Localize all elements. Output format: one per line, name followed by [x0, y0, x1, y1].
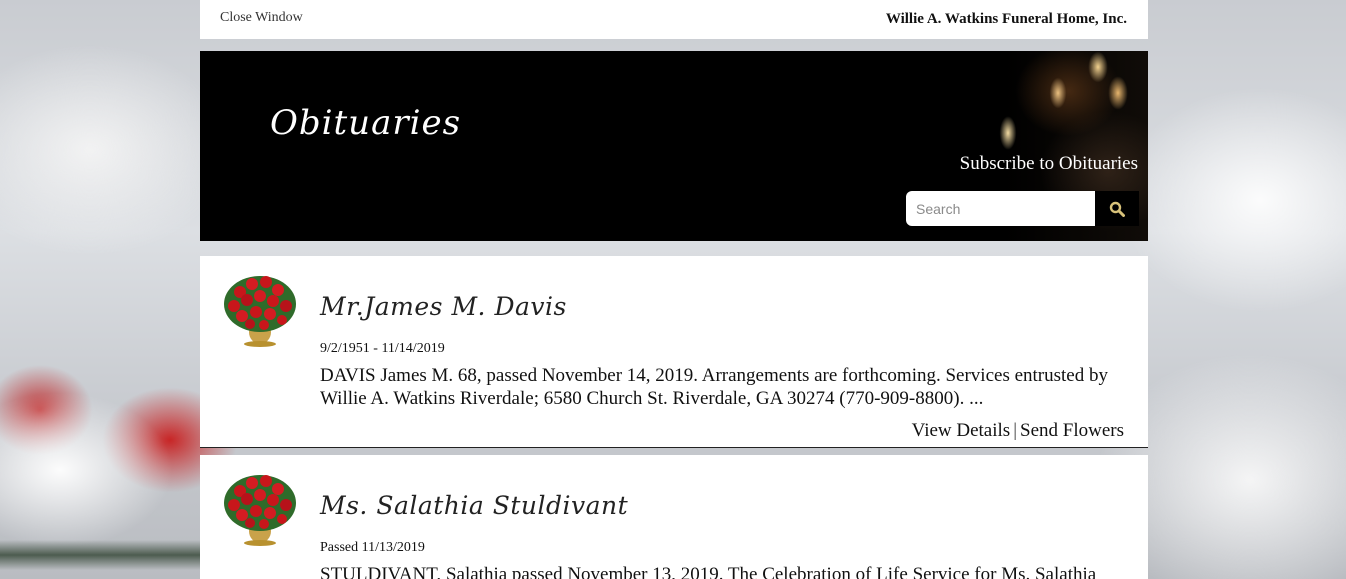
flower-basket-icon[interactable] [220, 268, 300, 350]
page-title: Obituaries [270, 103, 462, 143]
link-separator: | [1013, 420, 1018, 441]
obituary-date: Passed 11/13/2019 [320, 540, 425, 555]
subscribe-link[interactable]: Subscribe to Obituaries [960, 153, 1138, 175]
flower-basket-icon[interactable] [220, 467, 300, 549]
search-icon [1109, 201, 1125, 217]
obituary-card: Mr.James M. Davis 9/2/1951 - 11/14/2019 … [200, 256, 1148, 448]
obituary-name[interactable]: Mr.James M. Davis [320, 292, 567, 321]
send-flowers-link[interactable]: Send Flowers [1020, 420, 1124, 441]
obituary-date: 9/2/1951 - 11/14/2019 [320, 341, 445, 356]
obituary-actions: View Details | Send Flowers [912, 420, 1124, 442]
obituary-name[interactable]: Ms. Salathia Stuldivant [320, 491, 628, 520]
obituary-card: Ms. Salathia Stuldivant Passed 11/13/201… [200, 455, 1148, 579]
obituary-excerpt: DAVIS James M. 68, passed November 14, 2… [320, 365, 1108, 409]
search-input[interactable] [906, 191, 1095, 226]
top-bar: Close Window Willie A. Watkins Funeral H… [200, 0, 1148, 39]
company-name: Willie A. Watkins Funeral Home, Inc. [885, 11, 1127, 27]
obituary-excerpt: STULDIVANT, Salathia passed November 13,… [320, 564, 1097, 579]
background-decoration [0, 540, 200, 570]
obituaries-header: Obituaries Subscribe to Obituaries [200, 51, 1148, 241]
close-window-link[interactable]: Close Window [220, 10, 303, 26]
search-button[interactable] [1095, 191, 1139, 226]
view-details-link[interactable]: View Details [912, 420, 1011, 441]
